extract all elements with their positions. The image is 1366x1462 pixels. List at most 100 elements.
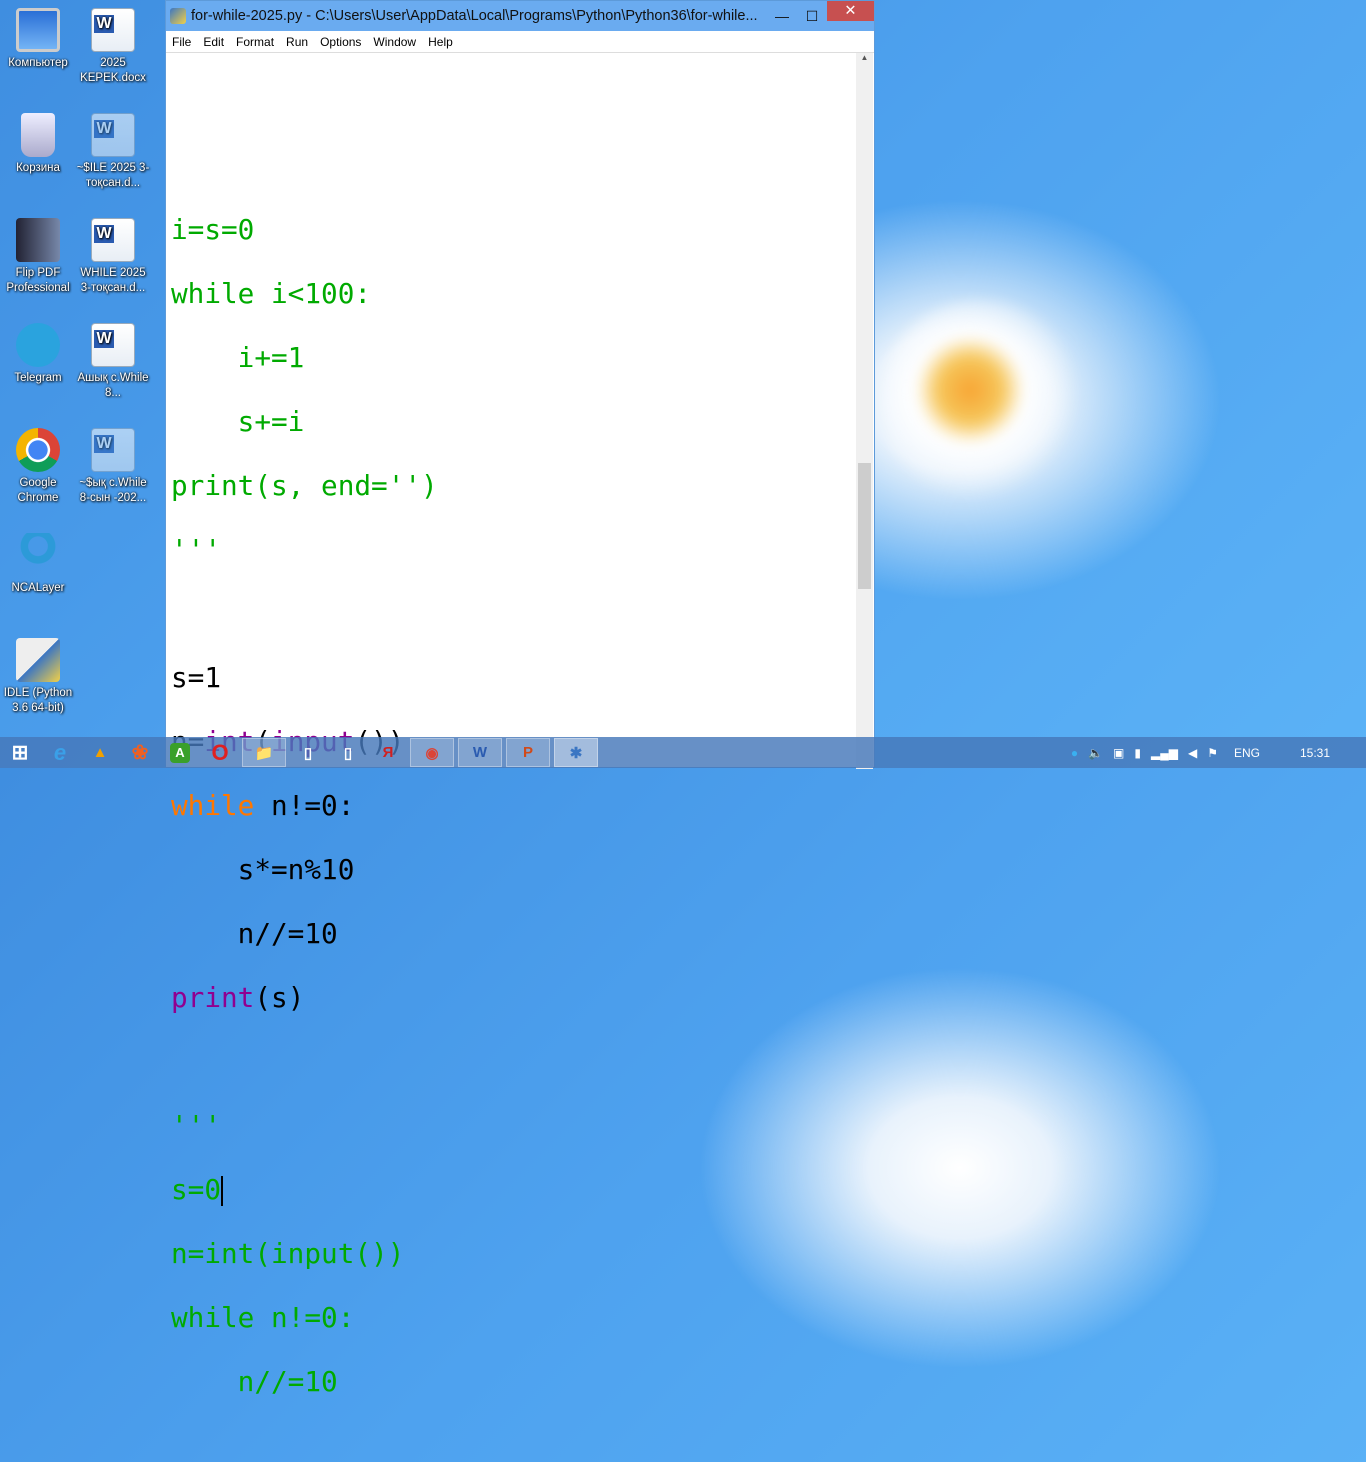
menu-format[interactable]: Format	[230, 35, 280, 49]
ace-icon[interactable]: A	[170, 742, 190, 763]
opera-icon[interactable]: O	[200, 738, 240, 767]
vertical-scrollbar[interactable]: ▲	[856, 53, 873, 769]
icon-label: ~$ILE 2025 3-тоқсан.d...	[76, 162, 150, 189]
desktop-icon-flip-pdf[interactable]: Flip PDF Professional	[0, 218, 76, 296]
code-line: while n!=0:	[171, 790, 856, 822]
word-doc-icon	[91, 323, 135, 367]
media-player-icon[interactable]: ❀	[120, 738, 160, 767]
title-bar[interactable]: for-while-2025.py - C:\Users\User\AppDat…	[166, 1, 874, 31]
menu-edit[interactable]: Edit	[197, 35, 230, 49]
minimize-button[interactable]: —	[767, 8, 797, 24]
desktop-icon-sile[interactable]: ~$ILE 2025 3-тоқсан.d...	[75, 113, 151, 191]
flip-pdf-icon	[16, 218, 60, 262]
menu-help[interactable]: Help	[422, 35, 459, 49]
icon-label: ~$ық с.While 8-сын -202...	[79, 477, 147, 504]
code-line: while n!=0:	[171, 1301, 355, 1334]
desktop-icon-idle[interactable]: IDLE (Python 3.6 64-bit)	[0, 638, 76, 716]
yandex-icon[interactable]: Я	[368, 738, 408, 767]
code-line: while i<100:	[171, 277, 372, 310]
code-line: s+=i	[171, 405, 305, 438]
word-taskbar-icon[interactable]: W	[458, 738, 502, 767]
ncalayer-tray-icon[interactable]: ●	[1071, 746, 1078, 760]
text-cursor	[221, 1176, 224, 1206]
code-token: s=0	[171, 1173, 222, 1206]
idle-taskbar-icon[interactable]: ✱	[554, 738, 598, 767]
menu-window[interactable]: Window	[367, 35, 422, 49]
taskbar: ⊞ e ▲ ❀ A O 📁 ▯ ▯ Я ◉ W P ✱ ● 🔈 ▣ ▮ ▂▄▆ …	[0, 737, 1366, 768]
action-center-flag-icon[interactable]: ⚑	[1207, 746, 1218, 760]
icon-label: NCALayer	[11, 582, 65, 594]
scroll-up-arrow-icon[interactable]: ▲	[856, 53, 873, 62]
desktop-icon-chrome[interactable]: Google Chrome	[0, 428, 76, 506]
idle-file-icon	[170, 8, 186, 24]
icon-label: Google Chrome	[17, 477, 59, 504]
code-line: s*=n%10	[171, 853, 355, 886]
code-line: i=s=0	[171, 213, 255, 246]
code-line: print(s)	[171, 982, 856, 1014]
desktop-icon-kepek[interactable]: 2025 KEPEK.docx	[75, 8, 151, 86]
desktop-icon-ncalayer[interactable]: NCALayer	[0, 533, 76, 596]
menu-bar: File Edit Format Run Options Window Help	[166, 31, 874, 53]
code-line: s=1	[171, 661, 222, 694]
scrollbar-thumb[interactable]	[858, 463, 871, 589]
desktop-icon-recycle-bin[interactable]: Корзина	[0, 113, 76, 176]
start-button[interactable]: ⊞	[0, 738, 40, 767]
desktop-icon-syk[interactable]: ~$ық с.While 8-сын -202...	[75, 428, 151, 506]
ncalayer-icon	[16, 533, 60, 577]
desktop-icon-computer[interactable]: Компьютер	[0, 8, 76, 71]
code-token: while	[171, 789, 255, 822]
word-doc-icon	[91, 8, 135, 52]
clock[interactable]: 15:31	[1300, 746, 1330, 760]
battery-icon[interactable]: ▮	[1134, 746, 1141, 760]
code-line: i+=1	[171, 341, 305, 374]
signal-icon[interactable]: ▂▄▆	[1151, 746, 1178, 760]
menu-options[interactable]: Options	[314, 35, 367, 49]
icon-label: Flip PDF Professional	[6, 267, 70, 294]
idle-editor-window: for-while-2025.py - C:\Users\User\AppDat…	[165, 0, 875, 1398]
word-doc-icon	[91, 218, 135, 262]
icon-label: Ашық с.While 8...	[77, 372, 149, 399]
desktop-icon-telegram[interactable]: Telegram	[0, 323, 76, 386]
code-line: n=int(input())	[171, 1237, 405, 1270]
desktop-icon-while-2025[interactable]: WHILE 2025 3-тоқсан.d...	[75, 218, 151, 296]
recycle-bin-icon	[21, 113, 55, 157]
close-button[interactable]: ✕	[827, 1, 874, 21]
code-line: '''	[171, 1109, 222, 1142]
maximize-button[interactable]: ☐	[797, 8, 827, 25]
computer-icon	[16, 8, 60, 52]
icon-label: IDLE (Python 3.6 64-bit)	[3, 687, 73, 714]
icon-label: Корзина	[16, 162, 60, 174]
code-line: n//=10	[171, 1365, 338, 1398]
chrome-icon	[16, 428, 60, 472]
volume-icon[interactable]: 🔈	[1088, 746, 1103, 760]
language-indicator[interactable]: ENG	[1234, 746, 1260, 760]
code-line: print(s, end='')	[171, 469, 438, 502]
document-icon[interactable]: ▯	[288, 738, 328, 767]
window-title: for-while-2025.py - C:\Users\User\AppDat…	[191, 8, 758, 24]
code-line: '''	[171, 533, 222, 566]
icon-label: 2025 KEPEK.docx	[80, 57, 146, 84]
desktop-icon-ashyk[interactable]: Ашық с.While 8...	[75, 323, 151, 401]
chrome-taskbar-icon[interactable]: ◉	[410, 738, 454, 767]
code-line: s=0	[171, 1174, 856, 1206]
code-editor[interactable]: i=s=0 while i<100: i+=1 s+=i print(s, en…	[171, 53, 856, 1398]
menu-run[interactable]: Run	[280, 35, 314, 49]
idle-icon	[16, 638, 60, 682]
code-token: n!=0:	[254, 789, 355, 822]
system-tray: ● 🔈 ▣ ▮ ▂▄▆ ◀ ⚑ ENG 15:31	[1071, 737, 1366, 768]
menu-file[interactable]: File	[166, 35, 197, 49]
speaker-icon[interactable]: ◀	[1188, 746, 1197, 760]
powerpoint-taskbar-icon[interactable]: P	[506, 738, 550, 767]
internet-explorer-icon[interactable]: e	[40, 738, 80, 767]
code-token: print	[171, 981, 255, 1014]
wallpaper-flower	[880, 300, 1080, 500]
word-doc-icon	[91, 428, 135, 472]
icon-label: Компьютер	[8, 57, 68, 69]
display-icon[interactable]: ▣	[1113, 746, 1124, 760]
file-explorer-icon[interactable]: 📁	[242, 738, 286, 767]
document-icon[interactable]: ▯	[328, 738, 368, 767]
word-doc-icon	[91, 113, 135, 157]
icon-label: WHILE 2025 3-тоқсан.d...	[80, 267, 146, 294]
icon-label: Telegram	[14, 372, 62, 384]
aimp-icon[interactable]: ▲	[80, 738, 120, 767]
